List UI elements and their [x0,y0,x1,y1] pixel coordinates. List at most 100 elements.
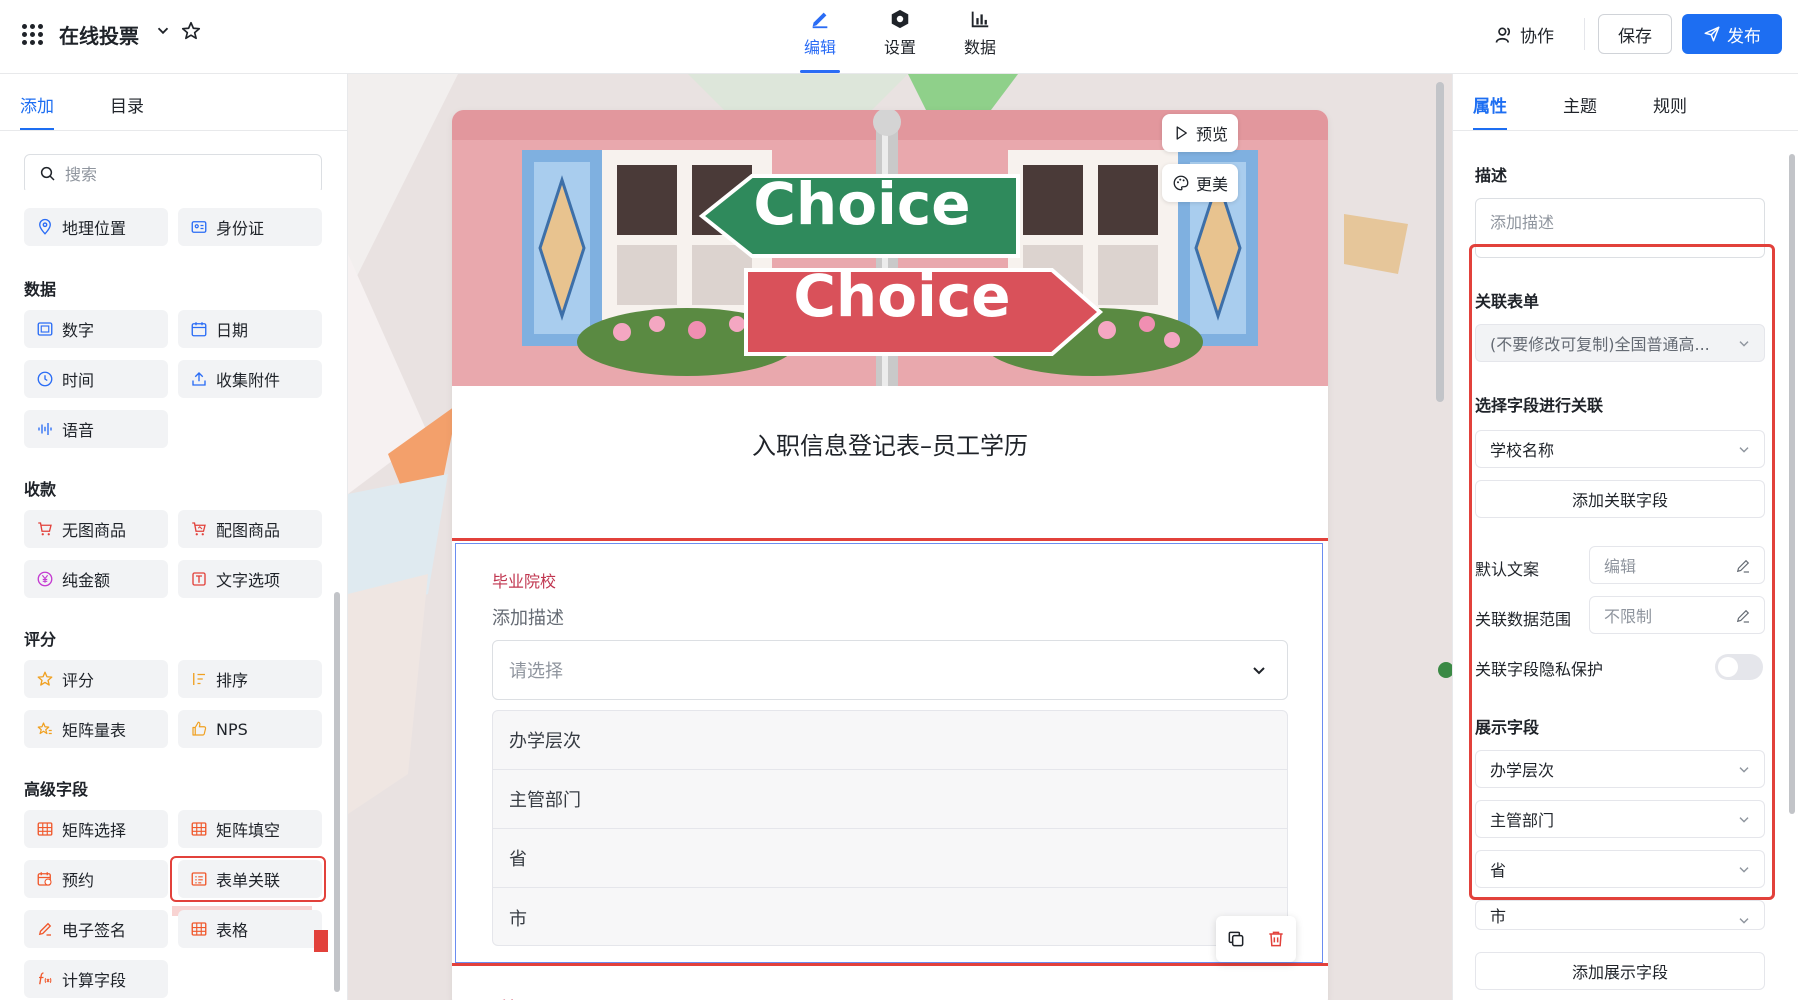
palette-icon [1173,175,1189,191]
canvas-scrollbar[interactable] [1436,82,1444,402]
tab-catalog[interactable]: 目录 [110,92,144,117]
display-field-select[interactable]: 办学层次 [1475,750,1765,788]
left-scrollbar[interactable] [334,592,340,992]
component-voice[interactable]: 语音 [24,410,168,448]
component-product-no-image[interactable]: 无图商品 [24,510,168,548]
tab-add[interactable]: 添加 [20,92,54,131]
preview-button[interactable]: 预览 [1162,114,1239,152]
select-field-label: 选择字段进行关联 [1475,396,1604,415]
chevron-down-icon [1253,667,1265,675]
tab-theme[interactable]: 主题 [1563,92,1597,117]
table-grid-icon [37,822,53,836]
display-field-select[interactable]: 省 [1475,850,1765,888]
tab-settings[interactable]: 设置 [870,8,930,58]
chevron-down-icon [1739,918,1749,924]
play-icon [1176,126,1187,140]
edit-pen-icon [1736,609,1750,623]
calendar-icon [191,322,207,337]
tab-properties[interactable]: 属性 [1473,92,1507,131]
component-time[interactable]: 时间 [24,360,168,398]
publish-button[interactable]: 发布 [1682,14,1782,54]
save-button[interactable]: 保存 [1598,14,1672,54]
right-scrollbar[interactable] [1789,154,1795,814]
field-description[interactable]: 添加描述 [492,604,564,630]
star-outline-icon [37,671,53,686]
search-box[interactable] [24,154,322,194]
banner-sign-top: Choice [753,170,971,238]
chevron-down-icon [1739,447,1749,453]
form-card: Choice Choice 入职信息登记表–员工学历 毕业院校 添加描述 请选择… [452,110,1328,1000]
chevron-down-icon [1739,817,1749,823]
component-e-signature[interactable]: 电子签名 [24,910,168,948]
description-label: 描述 [1475,166,1508,185]
list-item: 市 [509,908,527,930]
component-rating[interactable]: 评分 [24,660,168,698]
star-matrix-icon [37,722,52,735]
list-item: 主管部门 [493,770,1287,829]
component-date[interactable]: 日期 [178,310,322,348]
display-field-select[interactable]: 主管部门 [1475,800,1765,838]
component-amount[interactable]: 纯金额 [24,560,168,598]
field-actions [1216,916,1296,962]
component-sort[interactable]: 排序 [178,660,322,698]
divider [1584,18,1585,50]
top-bar: 在线投票 编辑 设置 数据 协作 保存 发布 [0,0,1798,74]
tab-divider [1453,130,1798,131]
star-icon[interactable] [180,20,202,42]
component-text-option[interactable]: 文字选项 [178,560,322,598]
component-product-image[interactable]: 配图商品 [178,510,322,548]
banner-sign-bottom: Choice [793,262,1011,330]
component-attachment[interactable]: 收集附件 [178,360,322,398]
section-title-rating: 评分 [24,630,57,649]
component-booking[interactable]: 预约 [24,860,168,898]
next-field-label[interactable]: 手机 [492,994,524,1000]
tab-data[interactable]: 数据 [950,8,1010,58]
trash-icon[interactable] [1266,929,1286,949]
pen-icon [812,12,828,29]
default-text-field[interactable]: 编辑 [1589,546,1765,584]
tab-divider [0,130,347,131]
component-matrix-choice[interactable]: 矩阵选择 [24,810,168,848]
chevron-down-icon[interactable] [154,22,172,40]
component-panel: 添加 目录 地理位置 身份证 数据 数字 日期 时间 收集附件 语音 收款 无图… [0,74,348,1000]
tab-edit[interactable]: 编辑 [790,8,850,73]
component-matrix-fill[interactable]: 矩阵填空 [178,810,322,848]
data-range-field[interactable]: 不限制 [1589,596,1765,634]
school-select[interactable]: 请选择 [492,640,1288,700]
apps-grid-icon[interactable] [22,24,44,46]
data-range-label: 关联数据范围 [1475,610,1572,629]
list-item: 办学层次 [493,711,1287,770]
thumbs-up-icon [192,721,207,736]
link-field-select[interactable]: 学校名称 [1475,430,1765,468]
privacy-label: 关联字段隐私保护 [1475,660,1604,679]
search-icon [40,166,55,181]
component-number[interactable]: 数字 [24,310,168,348]
component-location[interactable]: 地理位置 [24,208,168,246]
copy-icon[interactable] [1226,929,1246,949]
collaborate-button[interactable]: 协作 [1494,22,1554,47]
table-grid-icon [191,822,207,836]
display-field-select[interactable]: 市 [1475,900,1765,930]
add-link-field-button[interactable]: 添加关联字段 [1475,480,1765,518]
cart-image-icon [192,522,206,536]
field-label[interactable]: 毕业院校 [492,568,556,592]
component-table[interactable]: 表格 [178,910,322,948]
edit-pen-icon [1736,559,1750,573]
search-input[interactable] [65,164,295,184]
add-display-field-button[interactable]: 添加展示字段 [1475,952,1765,990]
tab-rules[interactable]: 规则 [1653,92,1687,117]
list-item: 省 [493,829,1287,888]
linked-form-label: 关联表单 [1475,292,1540,311]
drag-indicator [314,930,328,952]
privacy-toggle[interactable] [1715,654,1763,680]
component-matrix-scale[interactable]: 矩阵量表 [24,710,168,748]
section-title-payment: 收款 [24,480,57,499]
properties-panel: 属性 主题 规则 描述 添加描述 关联表单 (不要修改可复制)全国普通高... … [1452,74,1798,1000]
linked-form-select[interactable]: (不要修改可复制)全国普通高... [1475,324,1765,362]
component-id-card[interactable]: 身份证 [178,208,322,246]
upload-icon [192,372,206,386]
component-nps[interactable]: NPS [178,710,322,748]
form-title[interactable]: 入职信息登记表–员工学历 [452,426,1328,461]
component-calculated[interactable]: 计算字段 [24,960,168,998]
beautify-button[interactable]: 更美 [1162,164,1239,202]
